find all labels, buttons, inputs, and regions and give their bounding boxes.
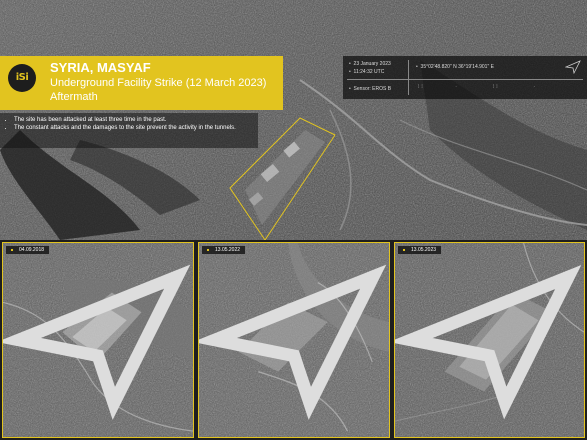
north-arrow-icon: [3, 264, 191, 420]
divider: [408, 60, 409, 95]
sensor-label: • Sensor: EROS B: [349, 86, 392, 92]
subtitle-line-1: Underground Facility Strike (12 March 20…: [50, 77, 267, 89]
sensor-value: Sensor: EROS B: [353, 86, 392, 92]
inset-image-2022: 13.05.2022: [198, 242, 390, 438]
isi-logo: iSi: [8, 64, 36, 92]
note-item: The constant attacks and the damages to …: [14, 124, 258, 132]
inset-image-2023: 13.05.2023: [394, 242, 585, 438]
inset-strip: 04.09.2018 13.05.2022 13.05.2023: [0, 240, 587, 440]
page-subtitle: Underground Facility Strike (12 March 20…: [50, 76, 280, 104]
acquisition-date: • 23 January 2023: [349, 61, 391, 67]
acquisition-time: • 11:24:32 UTC: [349, 69, 385, 75]
scale-marks: ⁞⁞ · ⁞⁞ ·: [418, 84, 538, 90]
image-info-panel: • 23 January 2023 • 11:24:32 UTC • Senso…: [343, 56, 587, 99]
subtitle-line-2: Aftermath: [50, 91, 98, 103]
note-item: The site has been attacked at least thre…: [14, 116, 258, 124]
north-arrow-icon: [395, 264, 582, 420]
inset-image-2018: 04.09.2018: [2, 242, 194, 438]
north-arrow-icon: [199, 264, 387, 420]
acquisition-time-value: 11:24:32 UTC: [353, 69, 385, 75]
north-arrow-icon: [565, 60, 581, 74]
page-title: SYRIA, MASYAF: [50, 60, 151, 75]
notes-panel: The site has been attacked at least thre…: [0, 113, 258, 148]
coordinates-value: 35°02'48.820" N 36°19'14.901" E: [420, 64, 494, 70]
acquisition-date-value: 23 January 2023: [353, 61, 391, 67]
coordinates: • 35°02'48.820" N 36°19'14.901" E: [416, 64, 494, 70]
title-banner: iSi SYRIA, MASYAF Underground Facility S…: [0, 56, 283, 110]
divider: [347, 79, 583, 80]
